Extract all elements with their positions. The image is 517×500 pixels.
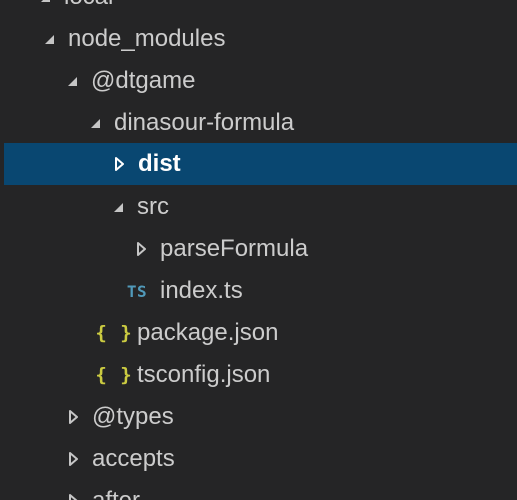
tree-item-src[interactable]: src xyxy=(0,186,517,228)
tree-item-index-ts[interactable]: TS index.ts xyxy=(0,270,517,312)
collapsed-arrow-icon[interactable] xyxy=(112,155,126,173)
expanded-arrow-icon[interactable] xyxy=(38,0,52,6)
expanded-arrow-icon[interactable] xyxy=(42,30,56,48)
tree-item-label: accepts xyxy=(92,445,175,472)
tree-item-label: node_modules xyxy=(68,25,226,52)
tree-item-tsconfig-json[interactable]: { } tsconfig.json xyxy=(0,354,517,396)
json-icon: { } xyxy=(95,364,133,386)
tree-item-dtgame[interactable]: @dtgame xyxy=(0,60,517,102)
collapsed-arrow-icon[interactable] xyxy=(66,450,80,468)
tree-item-label: dinasour-formula xyxy=(114,109,295,136)
tree-item-label: src xyxy=(137,193,169,220)
expanded-arrow-icon[interactable] xyxy=(111,198,125,216)
tree-item-label: local xyxy=(64,0,113,18)
tree-item-local[interactable]: local xyxy=(0,0,517,18)
tree-item-types[interactable]: @types xyxy=(0,396,517,438)
typescript-icon: TS xyxy=(126,281,148,301)
tree-item-label: after xyxy=(92,480,140,500)
file-explorer-tree: local node_modules @dtgame dinasour-form… xyxy=(0,0,517,500)
tree-item-dinasour-formula[interactable]: dinasour-formula xyxy=(0,102,517,144)
json-icon: { } xyxy=(95,322,133,344)
tree-item-node-modules[interactable]: node_modules xyxy=(0,18,517,60)
expanded-arrow-icon[interactable] xyxy=(88,114,102,132)
tree-item-dist[interactable]: dist xyxy=(4,143,517,185)
tree-item-label: @types xyxy=(92,403,174,430)
tree-item-label: @dtgame xyxy=(91,67,196,94)
tree-item-label: tsconfig.json xyxy=(137,361,271,388)
tree-item-parseformula[interactable]: parseFormula xyxy=(0,228,517,270)
tree-item-label: parseFormula xyxy=(160,235,309,262)
expanded-arrow-icon[interactable] xyxy=(65,72,79,90)
tree-item-package-json[interactable]: { } package.json xyxy=(0,312,517,354)
collapsed-arrow-icon[interactable] xyxy=(134,240,148,258)
tree-item-label: index.ts xyxy=(160,277,243,304)
tree-item-label: package.json xyxy=(137,319,279,346)
tree-item-label: dist xyxy=(138,150,181,177)
collapsed-arrow-icon[interactable] xyxy=(66,492,80,500)
collapsed-arrow-icon[interactable] xyxy=(66,408,80,426)
tree-item-after[interactable]: after xyxy=(0,480,517,500)
tree-item-accepts[interactable]: accepts xyxy=(0,438,517,480)
